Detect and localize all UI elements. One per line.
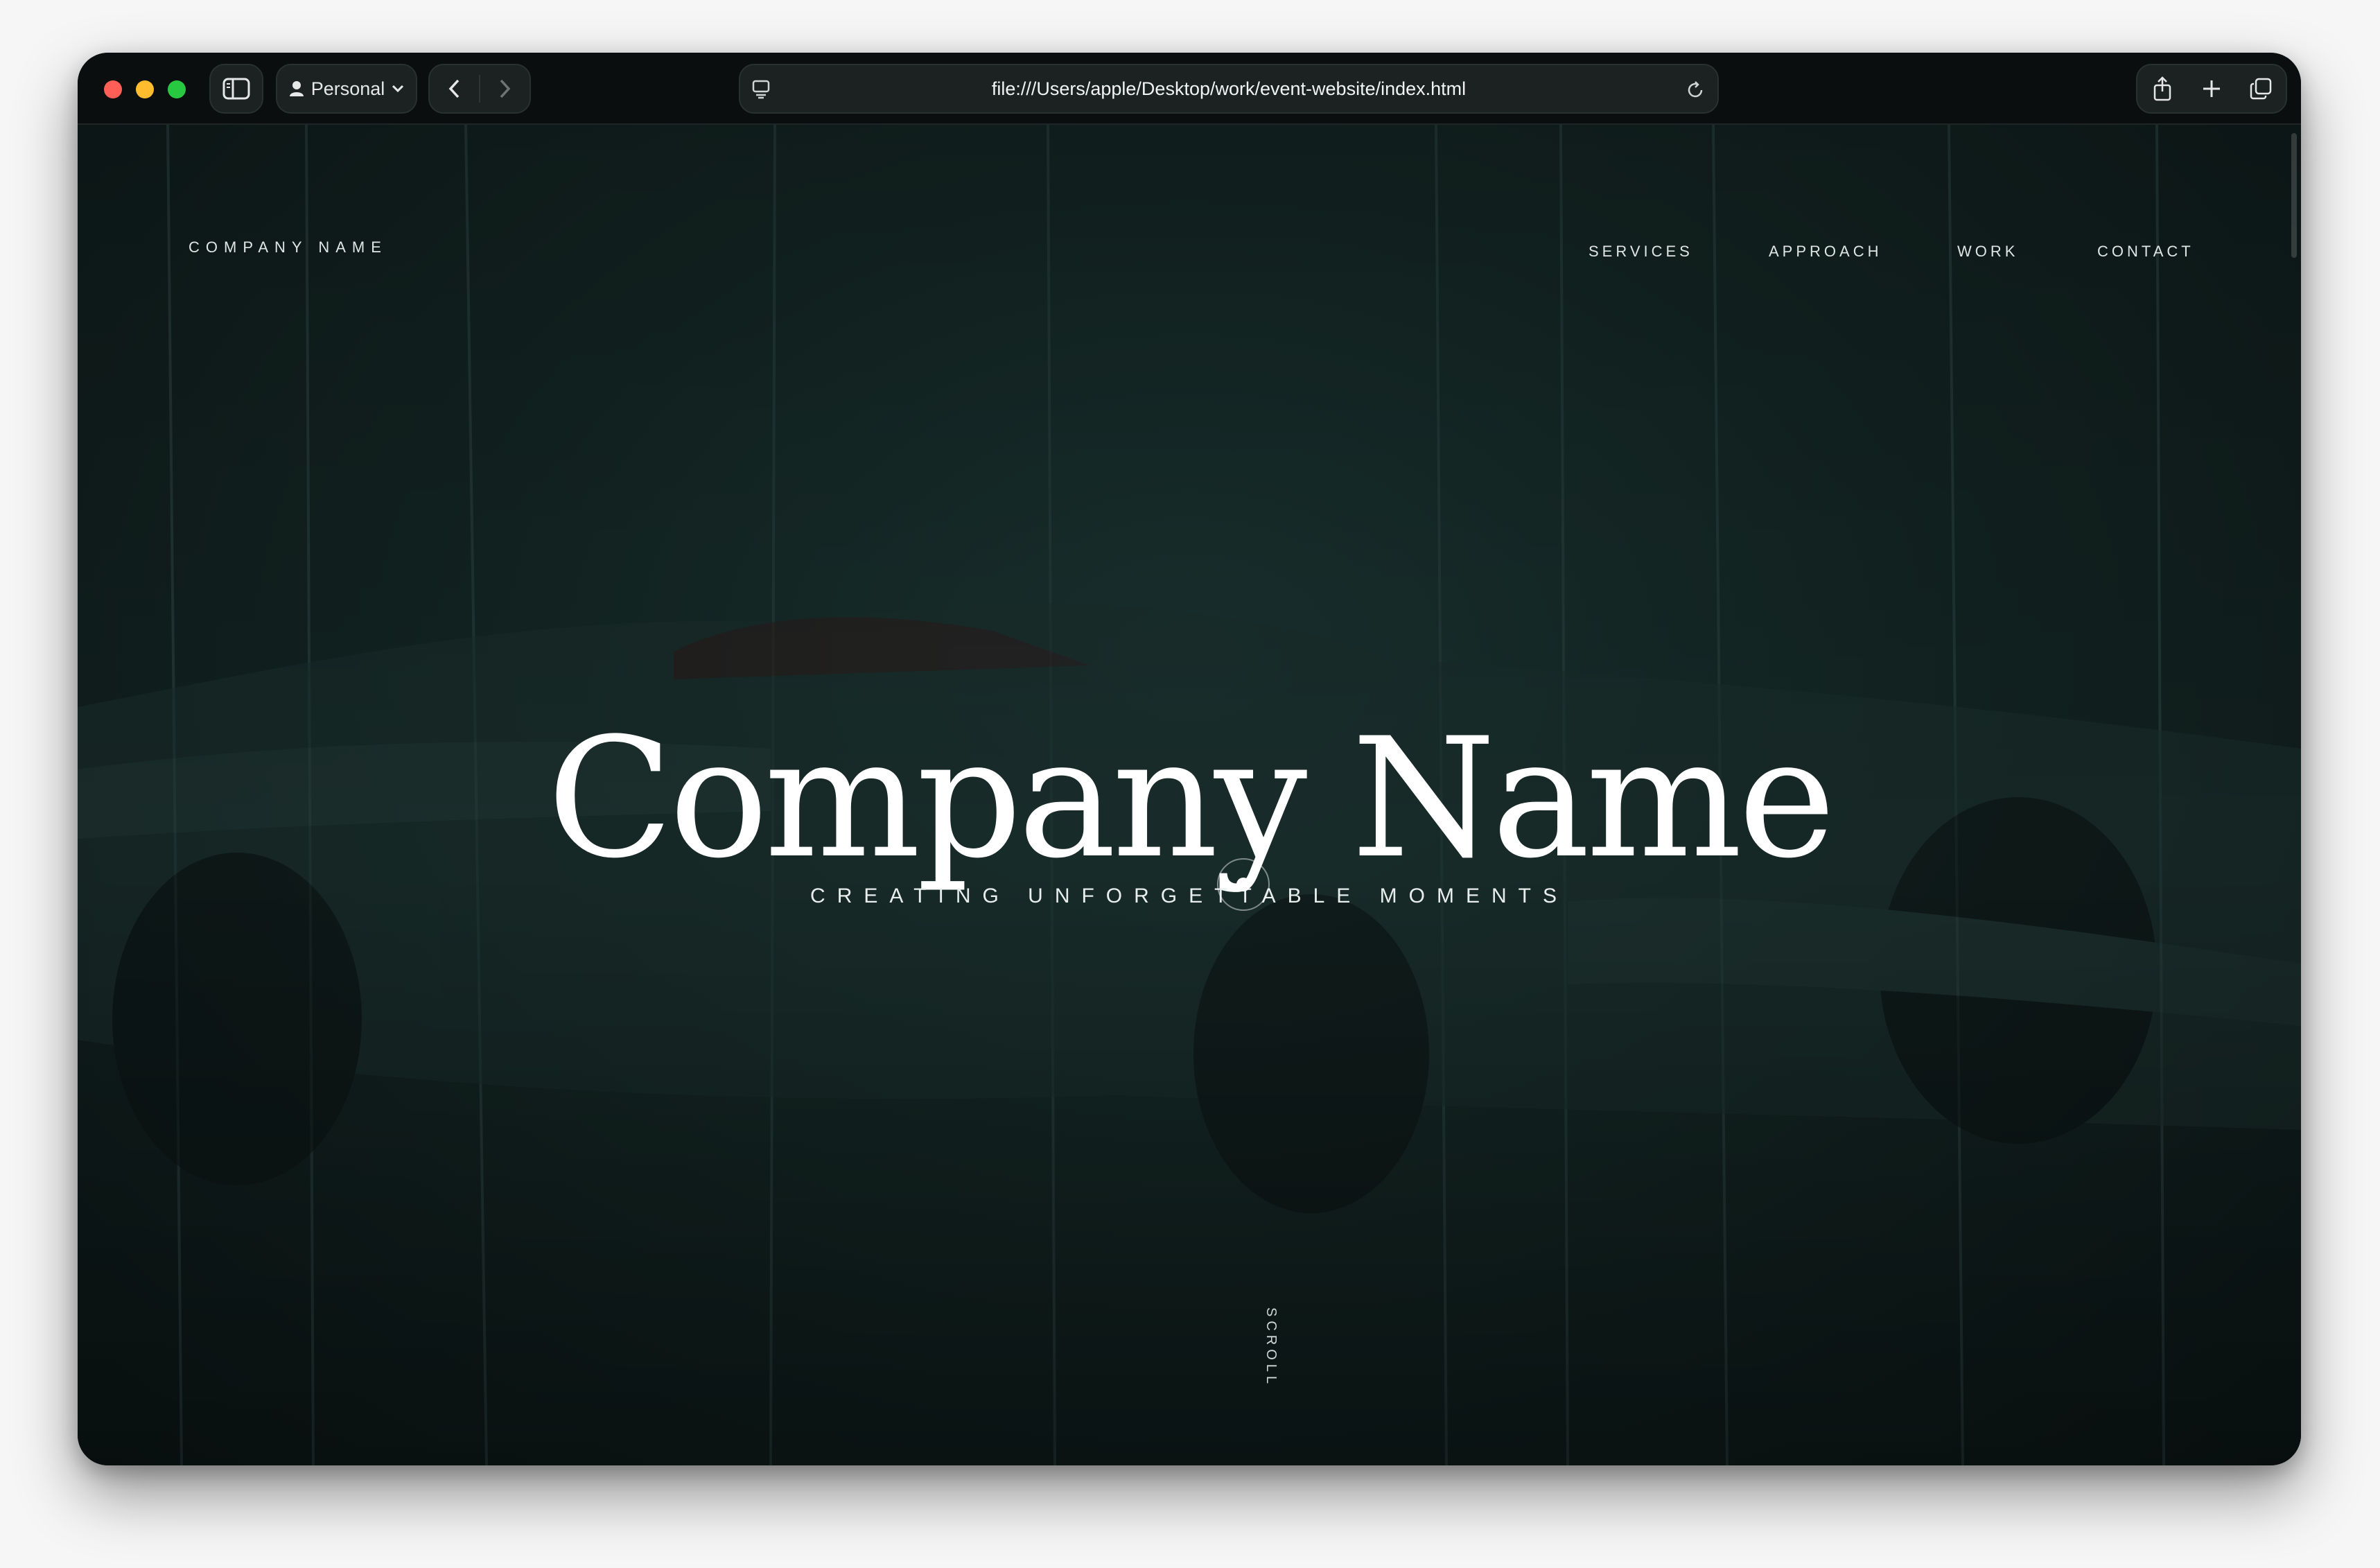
website-viewport: COMPANY NAME SERVICES APPROACH WORK CONT… xyxy=(78,125,2301,1465)
back-button[interactable] xyxy=(430,65,479,112)
sidebar-toggle-button[interactable] xyxy=(209,64,263,114)
sidebar-icon xyxy=(222,78,250,100)
forward-arrow-icon xyxy=(500,79,511,98)
reload-icon[interactable] xyxy=(1684,79,1706,101)
share-icon xyxy=(2153,76,2171,101)
nav-services[interactable]: SERVICES xyxy=(1589,243,1693,261)
tab-overview-button[interactable] xyxy=(2240,68,2282,110)
nav-contact[interactable]: CONTACT xyxy=(2097,243,2194,261)
back-arrow-icon xyxy=(448,79,459,98)
new-tab-button[interactable] xyxy=(2191,68,2232,110)
forward-button[interactable] xyxy=(480,65,530,112)
hero-subtitle: CREATING UNFORGETTABLE MOMENTS xyxy=(810,885,1568,907)
address-bar[interactable]: file:///Users/apple/Desktop/work/event-w… xyxy=(739,64,1719,114)
site-logo[interactable]: COMPANY NAME xyxy=(189,238,387,256)
scroll-indicator[interactable]: SCROLL xyxy=(1263,1307,1279,1388)
page-scrollbar[interactable] xyxy=(2291,133,2297,258)
plus-icon xyxy=(2203,80,2220,97)
profile-label: Personal xyxy=(310,78,385,99)
custom-cursor-dot xyxy=(1236,878,1250,891)
hero-title: Company Name xyxy=(547,703,1835,895)
browser-actions xyxy=(2136,64,2287,114)
share-button[interactable] xyxy=(2142,68,2183,110)
tabs-icon xyxy=(2250,78,2272,100)
url-text: file:///Users/apple/Desktop/work/event-w… xyxy=(991,78,1467,99)
person-icon xyxy=(289,81,304,96)
chevron-down-icon xyxy=(392,85,404,93)
minimize-window-button[interactable] xyxy=(136,80,154,98)
browser-toolbar: Personal file:///Users/apple/Desktop/wor… xyxy=(78,53,2301,125)
nav-work[interactable]: WORK xyxy=(1957,243,2018,261)
nav-approach[interactable]: APPROACH xyxy=(1769,243,1882,261)
browser-window: Personal file:///Users/apple/Desktop/wor… xyxy=(78,53,2301,1465)
profile-menu-button[interactable]: Personal xyxy=(276,64,417,114)
history-navigation xyxy=(428,64,531,114)
site-settings-icon[interactable] xyxy=(751,79,772,100)
close-window-button[interactable] xyxy=(104,80,122,98)
zoom-window-button[interactable] xyxy=(168,80,186,98)
